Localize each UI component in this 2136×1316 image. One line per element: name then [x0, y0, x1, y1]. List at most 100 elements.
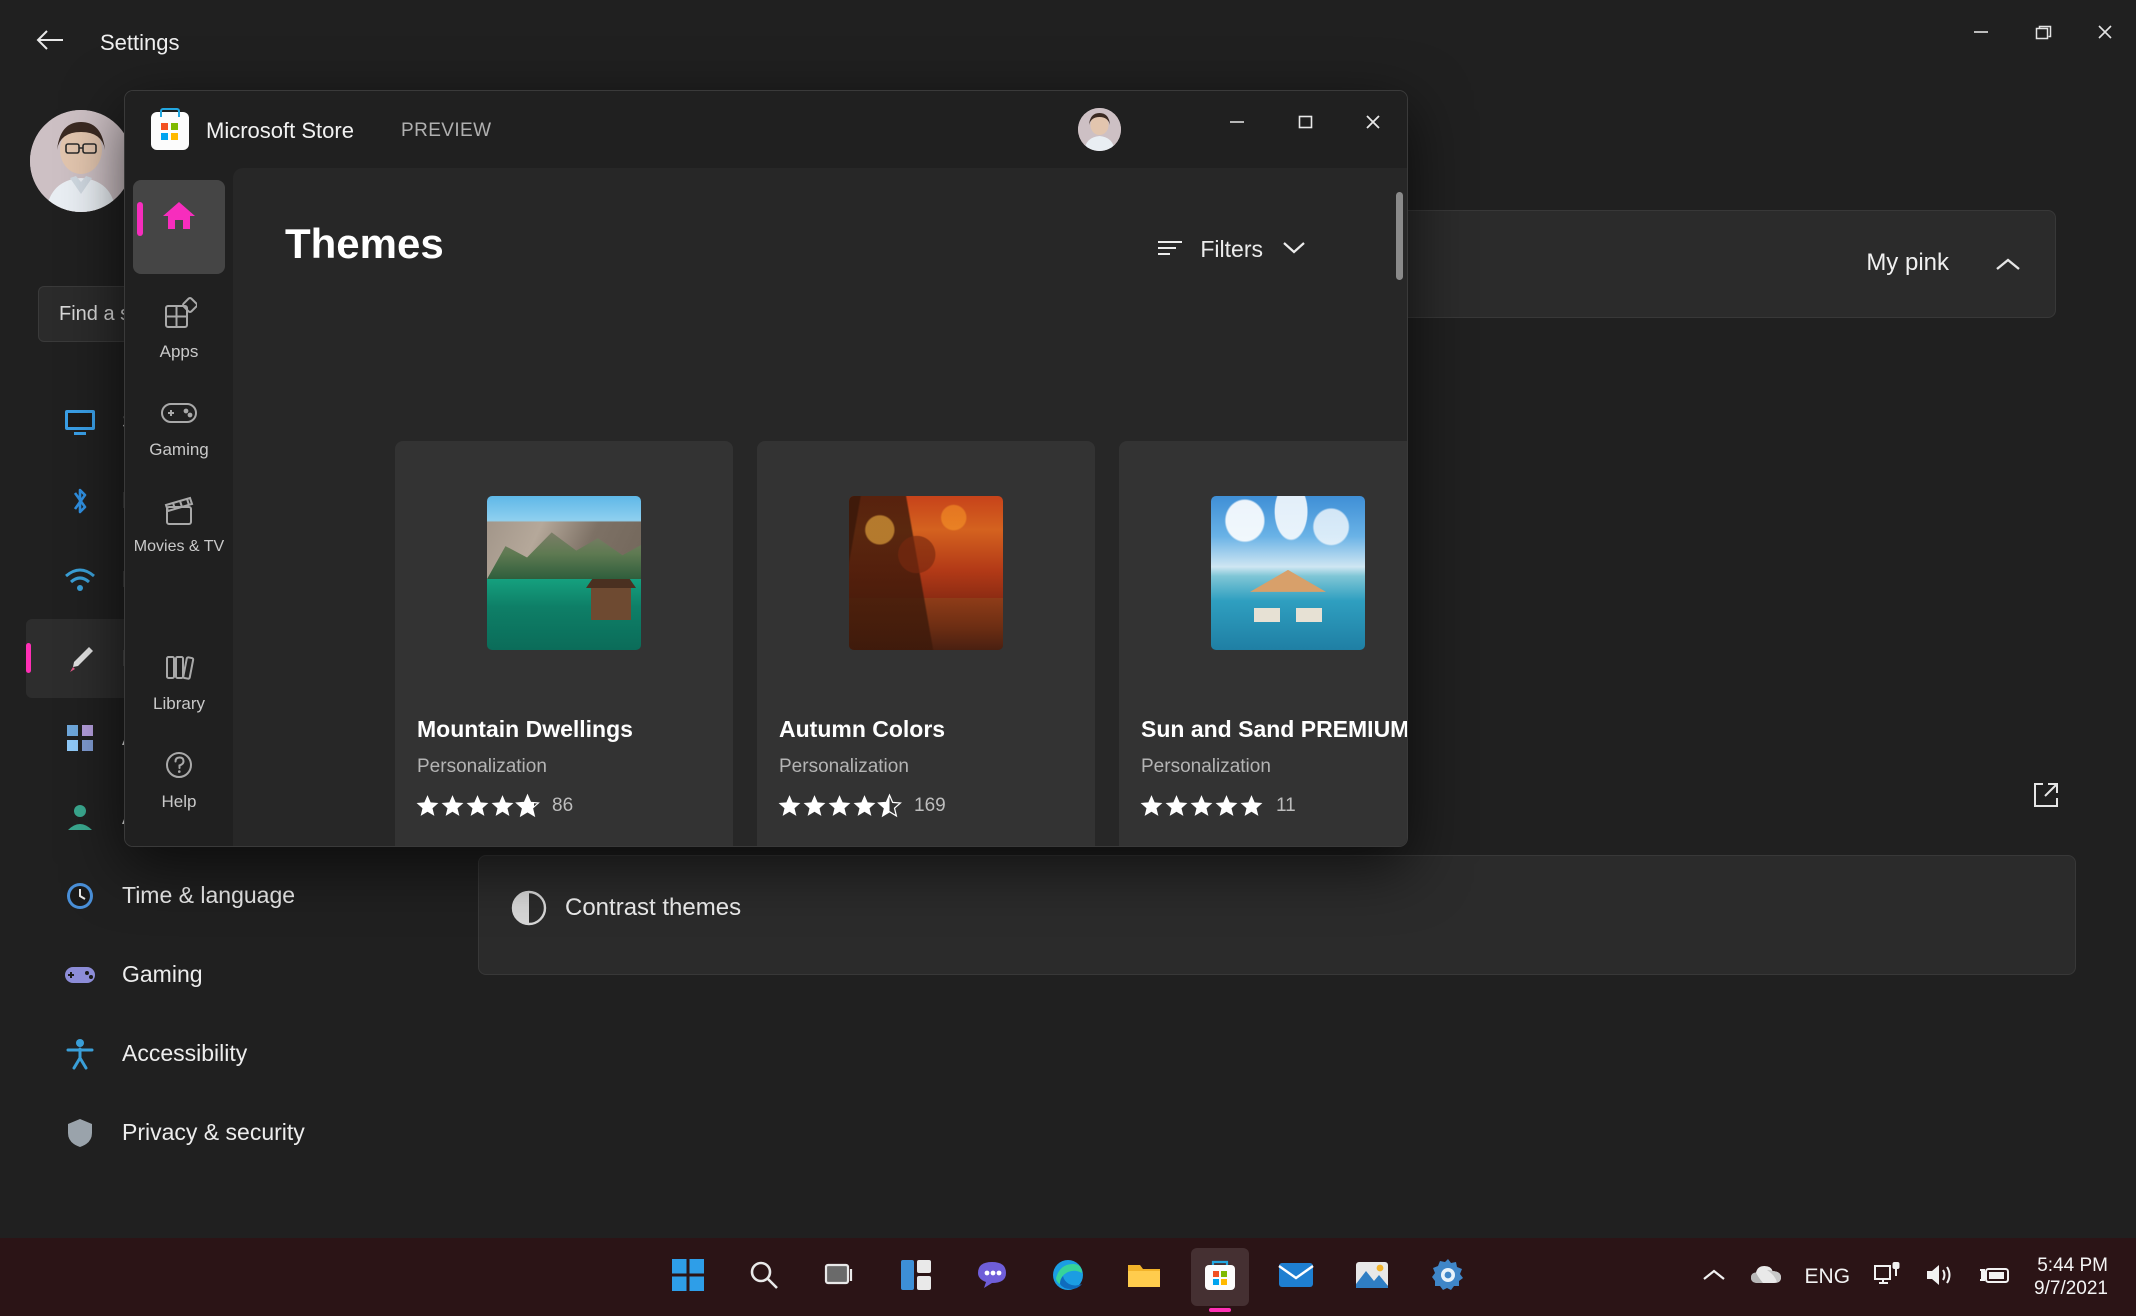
sidebar-item-gaming[interactable]: Gaming [26, 935, 356, 1014]
card-title: Autumn Colors [779, 716, 946, 742]
contrast-themes-row[interactable]: Contrast themes [478, 855, 2076, 975]
store-content: Themes Filters Mountain Dwellings Person… [233, 168, 1407, 846]
store-app-name: Microsoft Store [206, 118, 354, 143]
sidebar-item-label: Help [161, 792, 197, 811]
photos-button[interactable] [1343, 1248, 1401, 1306]
apps-grid-icon [60, 718, 100, 758]
sidebar-item-help[interactable]: Help [133, 730, 225, 822]
settings-window-controls [1950, 0, 2136, 64]
accessibility-icon [60, 1034, 100, 1074]
teams-chat-button[interactable] [963, 1248, 1021, 1306]
star-half-icon [877, 793, 902, 818]
sidebar-item-home[interactable] [133, 180, 225, 274]
avatar[interactable] [30, 110, 132, 212]
gaming-icon [133, 392, 225, 434]
clock[interactable]: 5:44 PM 9/7/2021 [2034, 1254, 2108, 1300]
help-icon [133, 744, 225, 786]
rating-count: 86 [552, 794, 574, 816]
product-card[interactable]: Sun and Sand PREMIUM Personalization 11 … [1119, 441, 1407, 846]
star-icon [778, 795, 801, 816]
star-icon [1215, 795, 1238, 816]
store-nav-rail-bottom: Library Help [125, 632, 233, 828]
mail-button[interactable] [1267, 1248, 1325, 1306]
monitor-icon [60, 402, 100, 442]
page-title: Themes [285, 220, 444, 267]
edge-icon [1051, 1258, 1085, 1297]
sidebar-item-privacy-security[interactable]: Privacy & security [26, 1093, 356, 1172]
star-icon [515, 793, 540, 818]
task-view-button[interactable] [811, 1248, 869, 1306]
filters-control[interactable]: Filters [1156, 236, 1307, 263]
star-icon [828, 795, 851, 816]
widgets-icon [900, 1259, 932, 1296]
contrast-icon [509, 888, 549, 933]
chevron-up-icon[interactable] [1701, 1267, 1727, 1288]
product-card[interactable]: Autumn Colors Personalization 169 [757, 441, 1095, 846]
rating-count: 169 [914, 794, 946, 816]
open-external-icon[interactable] [2031, 780, 2061, 815]
account-icon [60, 797, 100, 837]
cloud-icon[interactable] [1749, 1264, 1783, 1291]
taskbar-items [659, 1248, 1477, 1306]
clock-time: 5:44 PM [2037, 1254, 2108, 1276]
desktop: Settings Find a setting Time & language … [0, 0, 2136, 1316]
contrast-themes-label: Contrast themes [565, 894, 742, 921]
close-icon[interactable] [2074, 0, 2136, 64]
vertical-scrollbar[interactable] [1396, 192, 1403, 280]
rating: 86 [415, 793, 573, 818]
maximize-icon[interactable] [1271, 91, 1339, 153]
widgets-button[interactable] [887, 1248, 945, 1306]
sidebar-item-gaming[interactable]: Gaming [133, 378, 225, 470]
card-title: Sun and Sand PREMIUM [1141, 716, 1407, 742]
star-icon [1165, 795, 1188, 816]
shield-icon [60, 1113, 100, 1153]
edge-button[interactable] [1039, 1248, 1097, 1306]
search-button[interactable] [735, 1248, 793, 1306]
rating: 11 [1139, 793, 1296, 818]
chevron-down-icon[interactable] [1281, 239, 1307, 260]
sidebar-item-time-language[interactable]: Time & language [26, 856, 356, 935]
sidebar-item-label: Apps [159, 342, 199, 361]
expander-title: My pink [1866, 249, 1949, 276]
language-indicator[interactable]: ENG [1805, 1265, 1851, 1289]
sidebar-item-label: Movies & TV [133, 538, 225, 555]
product-card[interactable]: Mountain Dwellings Personalization 86 [395, 441, 733, 846]
back-arrow-icon[interactable] [28, 22, 72, 58]
file-explorer-button[interactable] [1115, 1248, 1173, 1306]
close-icon[interactable] [1339, 91, 1407, 153]
start-button[interactable] [659, 1248, 717, 1306]
store-nav-rail: Apps Gaming Movies & TV Library Help [125, 168, 233, 846]
star-icon [441, 795, 464, 816]
bluetooth-icon [60, 481, 100, 521]
speaker-icon[interactable] [1924, 1262, 1956, 1293]
sidebar-item-label: Privacy & security [122, 1119, 305, 1145]
network-icon[interactable] [1872, 1261, 1902, 1293]
star-icon [1190, 795, 1213, 816]
folder-icon [1126, 1260, 1162, 1295]
autumn-forest-thumbnail [849, 496, 1003, 650]
gear-icon [1430, 1257, 1466, 1298]
star-icon [416, 795, 439, 816]
settings-button[interactable] [1419, 1248, 1477, 1306]
card-title: Mountain Dwellings [417, 716, 633, 742]
restore-icon[interactable] [2012, 0, 2074, 64]
minimize-icon[interactable] [1203, 91, 1271, 153]
sidebar-item-label: Gaming [122, 961, 203, 987]
store-user-avatar[interactable] [1078, 108, 1121, 151]
settings-title: Settings [100, 30, 180, 55]
rating-count: 11 [1276, 794, 1296, 816]
mail-icon [1278, 1261, 1314, 1294]
microsoft-store-button[interactable] [1191, 1248, 1249, 1306]
chevron-up-icon[interactable] [1993, 255, 2023, 280]
sidebar-item-label: Accessibility [122, 1040, 248, 1066]
sidebar-item-movies-tv[interactable]: Movies & TV [133, 476, 225, 566]
sidebar-item-accessibility[interactable]: Accessibility [26, 1014, 356, 1093]
minimize-icon[interactable] [1950, 0, 2012, 64]
battery-charging-icon[interactable] [1978, 1264, 2012, 1291]
rating: 169 [777, 793, 946, 818]
chat-icon [975, 1259, 1009, 1296]
sidebar-item-library[interactable]: Library [133, 632, 225, 724]
sidebar-item-apps[interactable]: Apps [133, 280, 225, 372]
microsoft-store-window: Microsoft Store PREVIEW Apps Gaming Movi… [124, 90, 1408, 847]
clock-date: 9/7/2021 [2034, 1278, 2108, 1299]
